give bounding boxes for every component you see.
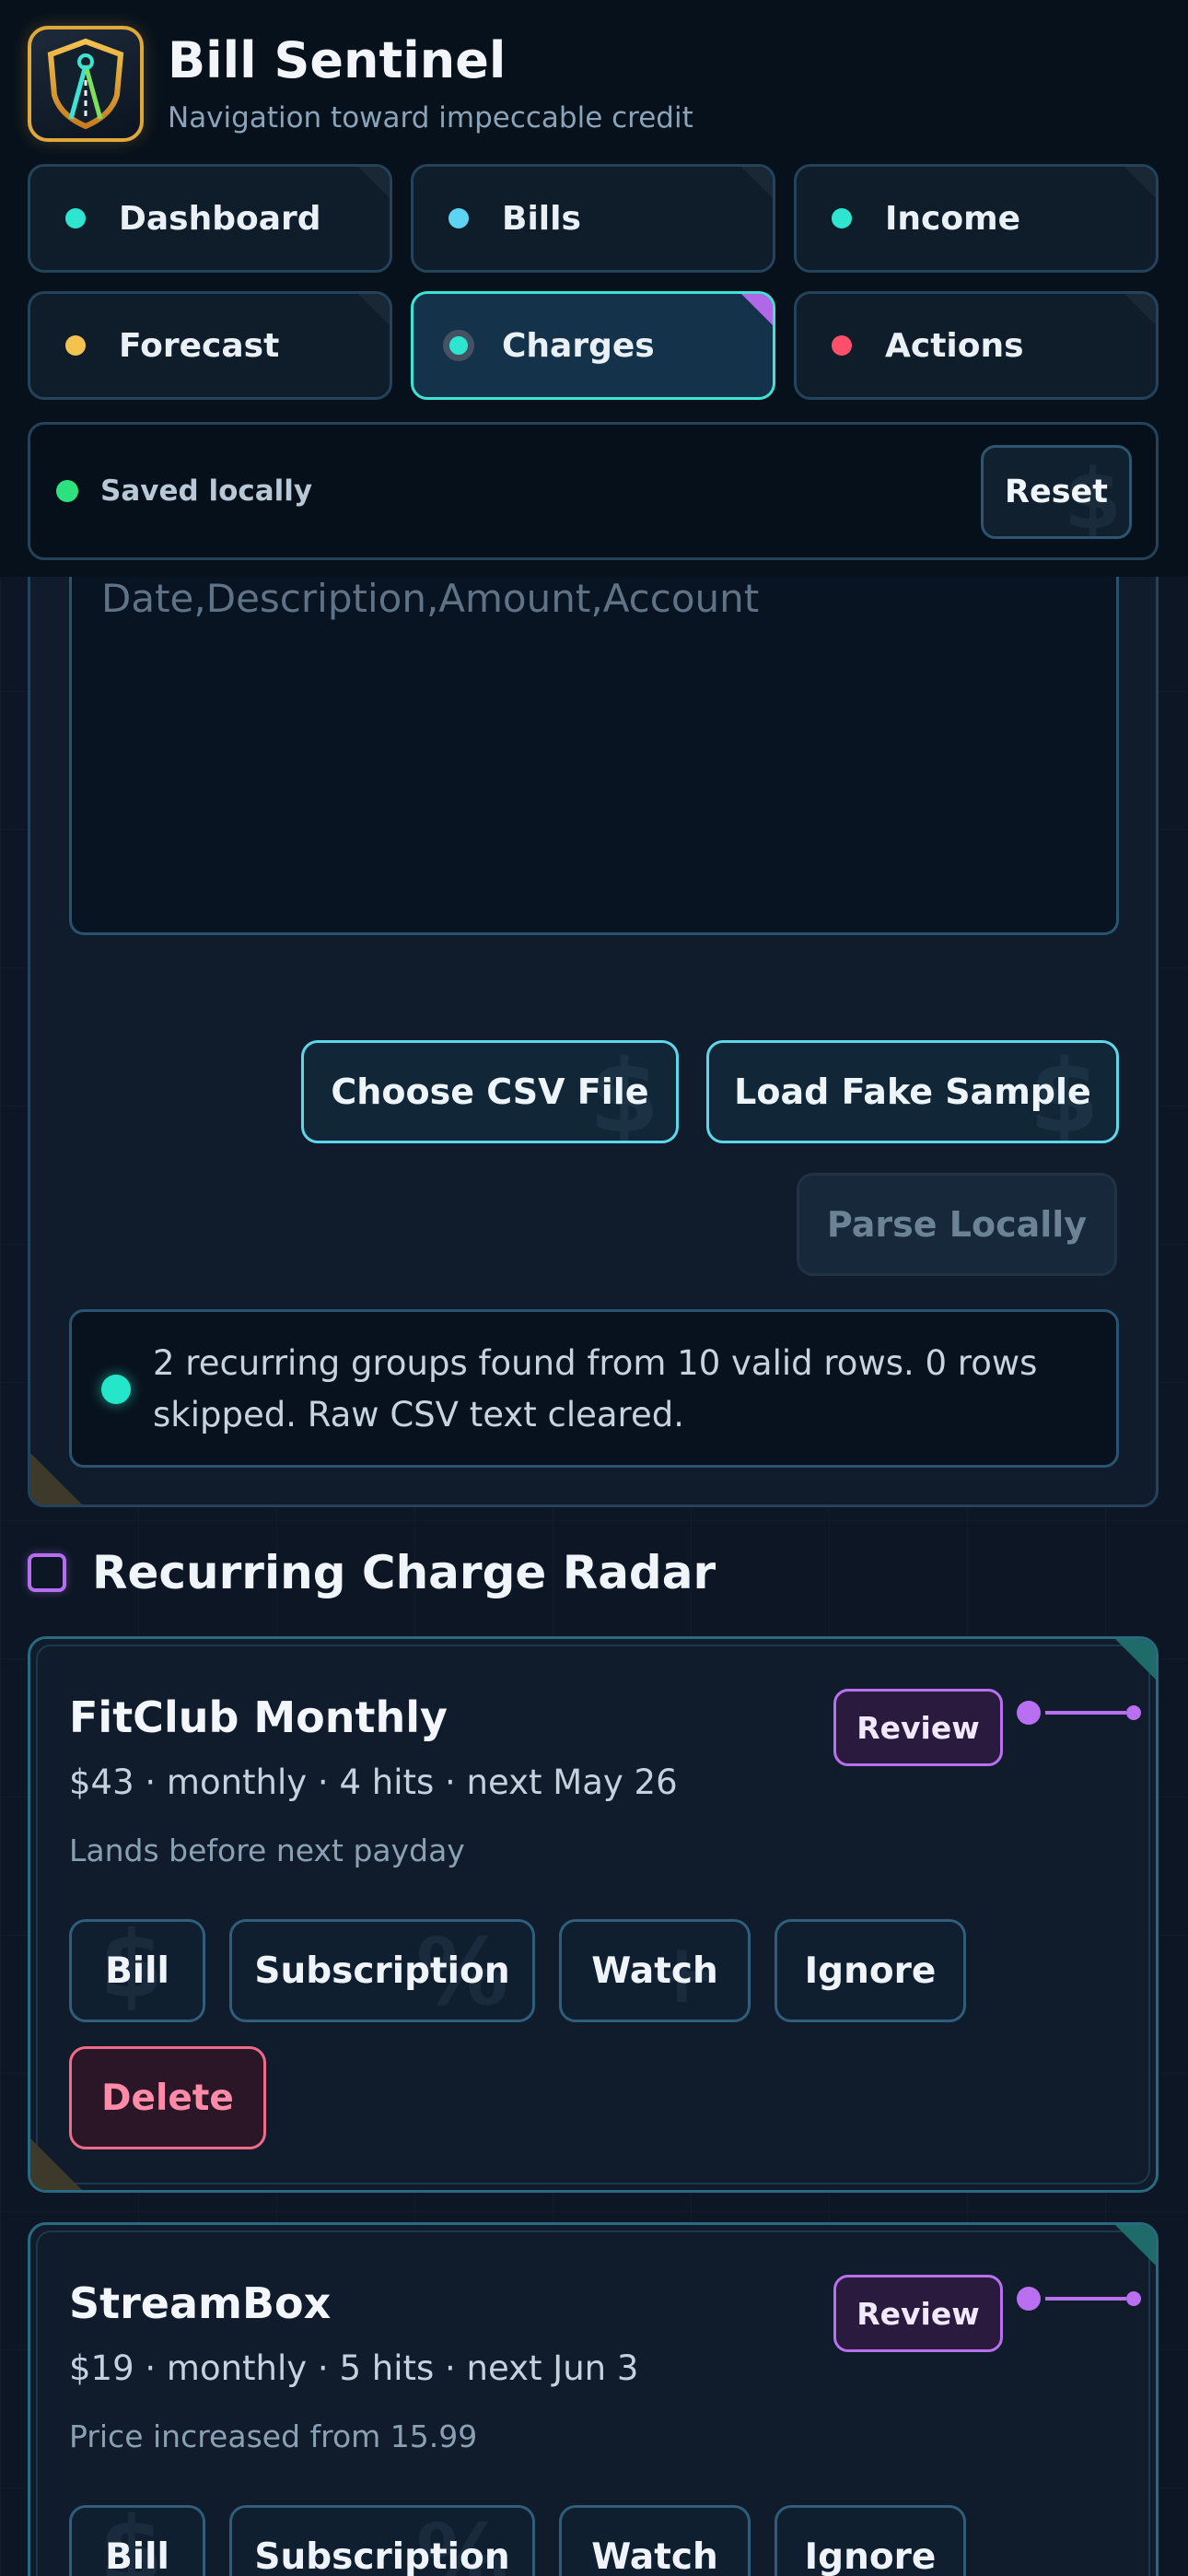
nav-charges[interactable]: Charges bbox=[411, 291, 775, 400]
corner-decoration bbox=[1115, 1639, 1156, 1680]
subscription-label: Subscription bbox=[254, 1950, 510, 1992]
charge-meta: $43 · monthly · 4 hits · next May 26 bbox=[69, 1762, 678, 1802]
app-title: Bill Sentinel bbox=[168, 31, 507, 90]
review-badge: Review bbox=[833, 1689, 1003, 1766]
choose-csv-button[interactable]: $ Choose CSV File bbox=[301, 1040, 679, 1143]
csv-textarea[interactable]: Date,Description,Amount,Account bbox=[69, 519, 1119, 935]
section-title: Recurring Charge Radar bbox=[92, 1546, 716, 1599]
nav-dashboard[interactable]: Dashboard bbox=[28, 164, 392, 273]
ignore-button[interactable]: Ignore bbox=[775, 2505, 966, 2576]
nav-label: Dashboard bbox=[119, 199, 321, 238]
corner-decoration bbox=[30, 1453, 82, 1505]
status-track-icon bbox=[1017, 2287, 1141, 2311]
bill-label: Bill bbox=[105, 2535, 169, 2576]
charge-name: FitClub Monthly bbox=[69, 1692, 448, 1742]
watch-label: Watch bbox=[591, 2535, 718, 2576]
watch-button[interactable]: Watch bbox=[559, 2505, 751, 2576]
nav-label: Charges bbox=[502, 326, 655, 365]
status-track-icon bbox=[1017, 1701, 1141, 1725]
charge-card: StreamBox $19 · monthly · 5 hits · next … bbox=[28, 2222, 1159, 2576]
dot-icon bbox=[443, 330, 474, 361]
brand: Bill Sentinel Navigation toward impeccab… bbox=[28, 26, 693, 142]
save-status-text: Saved locally bbox=[100, 474, 313, 508]
dot-icon bbox=[65, 335, 86, 356]
main-nav: Dashboard Bills Income Forecast Charges … bbox=[28, 164, 1159, 400]
nav-label: Actions bbox=[885, 326, 1024, 365]
bill-button[interactable]: $ Bill bbox=[69, 1919, 205, 2022]
bill-button[interactable]: $ Bill bbox=[69, 2505, 205, 2576]
save-status-bar: Saved locally $ Reset bbox=[28, 422, 1159, 560]
action-row: $ Bill % Subscription + Watch Ignore bbox=[69, 1919, 990, 2022]
corner-decoration bbox=[30, 2138, 82, 2190]
ignore-label: Ignore bbox=[804, 1950, 937, 1992]
reset-label: Reset bbox=[1005, 474, 1108, 510]
subscription-button[interactable]: % Subscription bbox=[229, 1919, 535, 2022]
import-notice: 2 recurring groups found from 10 valid r… bbox=[69, 1309, 1119, 1468]
charge-note: Lands before next payday bbox=[69, 1832, 465, 1868]
nav-actions[interactable]: Actions bbox=[794, 291, 1159, 400]
radar-icon bbox=[28, 1553, 66, 1592]
section-header: Recurring Charge Radar bbox=[28, 1546, 716, 1599]
success-dot-icon bbox=[101, 1375, 131, 1404]
notice-text: 2 recurring groups found from 10 valid r… bbox=[153, 1343, 1038, 1434]
nav-income[interactable]: Income bbox=[794, 164, 1159, 273]
subscription-button[interactable]: % Subscription bbox=[229, 2505, 535, 2576]
corner-decoration bbox=[1115, 2225, 1156, 2266]
watch-button[interactable]: + Watch bbox=[559, 1919, 751, 2022]
watch-label: Watch bbox=[591, 1950, 718, 1992]
csv-placeholder: Date,Description,Amount,Account bbox=[101, 576, 760, 621]
dot-icon bbox=[65, 208, 86, 228]
load-sample-button[interactable]: $ Load Fake Sample bbox=[706, 1040, 1119, 1143]
nav-label: Bills bbox=[502, 199, 581, 238]
action-row: $ Bill % Subscription Watch Ignore bbox=[69, 2505, 990, 2576]
charge-card: FitClub Monthly $43 · monthly · 4 hits ·… bbox=[28, 1636, 1159, 2193]
review-badge: Review bbox=[833, 2275, 1003, 2352]
nav-forecast[interactable]: Forecast bbox=[28, 291, 392, 400]
ignore-button[interactable]: Ignore bbox=[775, 1919, 966, 2022]
dot-icon bbox=[832, 335, 852, 356]
dot-icon bbox=[832, 208, 852, 228]
ignore-label: Ignore bbox=[804, 2535, 937, 2576]
nav-label: Forecast bbox=[119, 326, 280, 365]
choose-csv-label: Choose CSV File bbox=[331, 1071, 649, 1112]
nav-bills[interactable]: Bills bbox=[411, 164, 775, 273]
dot-icon bbox=[448, 208, 469, 228]
charge-name: StreamBox bbox=[69, 2278, 332, 2328]
bill-label: Bill bbox=[105, 1950, 169, 1992]
subscription-label: Subscription bbox=[254, 2535, 510, 2576]
charge-meta: $19 · monthly · 5 hits · next Jun 3 bbox=[69, 2348, 639, 2388]
parse-locally-button[interactable]: Parse Locally bbox=[797, 1173, 1117, 1276]
delete-button[interactable]: Delete bbox=[69, 2046, 266, 2149]
nav-label: Income bbox=[885, 199, 1021, 238]
charge-note: Price increased from 15.99 bbox=[69, 2418, 478, 2454]
saved-dot-icon bbox=[56, 480, 78, 502]
csv-import-panel: Date,Description,Amount,Account $ Choose… bbox=[28, 516, 1159, 1507]
load-sample-label: Load Fake Sample bbox=[734, 1071, 1091, 1112]
app-subtitle: Navigation toward impeccable credit bbox=[168, 100, 693, 135]
shield-logo-icon bbox=[28, 26, 144, 142]
reset-button[interactable]: $ Reset bbox=[981, 445, 1132, 539]
app-header: Bill Sentinel Navigation toward impeccab… bbox=[0, 0, 1188, 577]
